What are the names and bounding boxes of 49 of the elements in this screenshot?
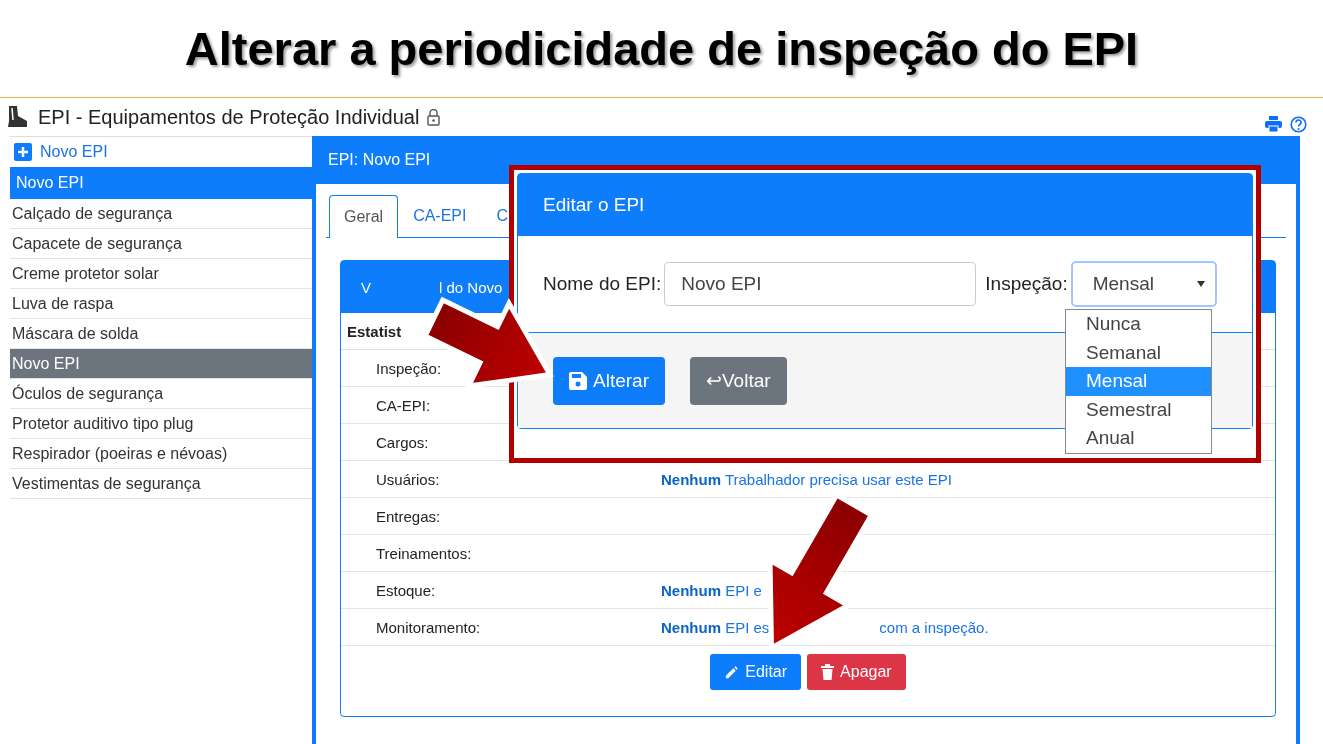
sidebar-item[interactable]: Respirador (poeiras e névoas) xyxy=(10,439,312,469)
card-title: l do Novo xyxy=(439,278,503,296)
name-input-field[interactable]: Novo EPI xyxy=(664,262,977,306)
sidebar-item[interactable]: Vestimentas de segurança xyxy=(10,469,312,499)
sidebar-item[interactable]: Óculos de segurança xyxy=(10,379,312,409)
lock-icon xyxy=(427,108,441,126)
row-value-link[interactable]: Nenhum Trabalhador precisa usar este EPI xyxy=(661,470,952,488)
tab[interactable]: Geral xyxy=(329,195,399,238)
row-label: Estoque: xyxy=(375,581,437,599)
inspection-dropdown[interactable]: Mensal xyxy=(1070,261,1217,307)
save-button[interactable]: Alterar xyxy=(553,356,665,405)
caret-icon xyxy=(1196,281,1205,287)
sidebar-item[interactable]: Capacete de segurança xyxy=(10,229,312,259)
tutorial-title: Alterar a periodicidade de inspeção do EPI xyxy=(184,21,1139,76)
dropdown-option[interactable]: Semestral xyxy=(1066,395,1211,424)
delete-button[interactable]: Apagar xyxy=(807,654,906,690)
row-value-link[interactable]: Nenhum EPI es xyxy=(661,618,770,636)
help-icon[interactable] xyxy=(1290,115,1307,133)
back-button[interactable]: ↩Voltar xyxy=(689,356,787,405)
dropdown-option[interactable]: Nunca xyxy=(1066,310,1211,339)
row-label: Entregas: xyxy=(375,507,442,525)
sidebar-item[interactable]: Creme protetor solar xyxy=(10,259,312,289)
row-label: Cargos: xyxy=(375,433,430,451)
name-label: Nome do EPI: xyxy=(543,273,662,295)
print-icon[interactable] xyxy=(1265,116,1282,132)
row-label: CA-EPI: xyxy=(375,396,432,414)
row-value-link[interactable]: com a inspeção. xyxy=(879,618,989,636)
row-label: Treinamentos: xyxy=(375,544,473,562)
row-value-link[interactable]: Nenhum EPI e xyxy=(661,581,762,599)
boot-icon xyxy=(6,105,30,129)
page-title: EPI - Equipamentos de Proteção Individual xyxy=(38,105,420,129)
card-title: V xyxy=(361,278,371,296)
sidebar-item[interactable]: Calçado de segurança xyxy=(10,199,312,229)
sidebar-heading: Novo EPI xyxy=(10,167,312,199)
panel-title: EPI: Novo EPI xyxy=(327,150,432,170)
row-label: Inspeção: xyxy=(375,359,443,377)
tab[interactable]: CA-EPI xyxy=(398,194,482,237)
inspection-label: Inspeção: xyxy=(985,273,1068,295)
sidebar-item[interactable]: Novo EPI xyxy=(10,349,312,379)
plus-icon xyxy=(14,143,32,161)
pencil-icon xyxy=(724,664,740,680)
dialog-title: Editar o EPI xyxy=(518,174,1252,236)
trash-icon xyxy=(821,664,835,680)
edit-button[interactable]: Editar xyxy=(710,654,802,690)
sidebar-item[interactable]: Protetor auditivo tipo plug xyxy=(10,409,312,439)
row-label: Monitoramento: xyxy=(375,618,482,636)
sidebar-item[interactable]: Luva de raspa xyxy=(10,289,312,319)
row-label: Usuários: xyxy=(375,470,441,488)
dropdown-option[interactable]: Anual xyxy=(1066,424,1211,453)
